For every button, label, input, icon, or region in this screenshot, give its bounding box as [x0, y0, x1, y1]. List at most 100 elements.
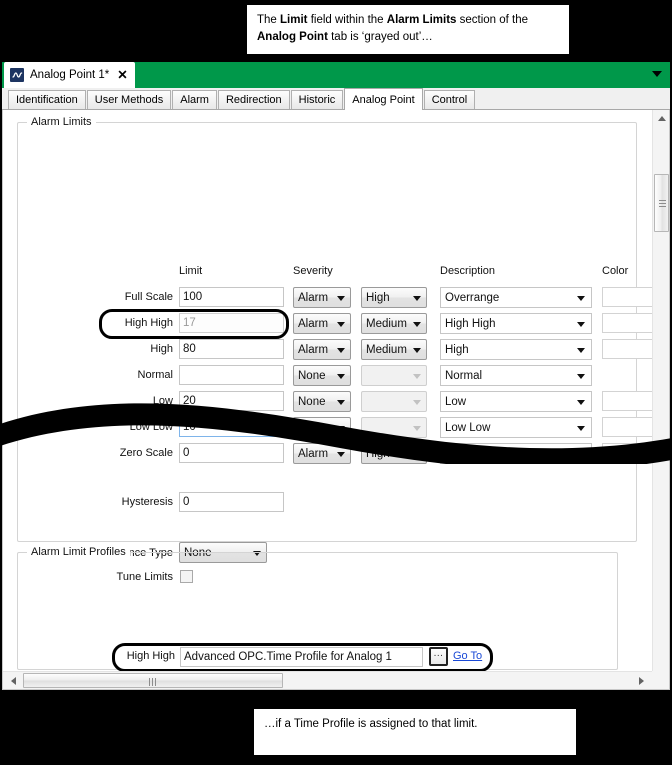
horizontal-scrollbar[interactable] — [3, 671, 652, 689]
color-field-full-scale[interactable] — [602, 287, 652, 307]
horizontal-scrollbar-thumb[interactable] — [23, 673, 283, 688]
description-value-normal: Normal — [445, 370, 482, 382]
form-scroll-content: Alarm Limits Limit Severity Description … — [3, 110, 652, 671]
chevron-down-icon — [577, 374, 585, 379]
alarm-limits-group-title: Alarm Limits — [27, 116, 96, 128]
chevron-down-icon — [413, 296, 421, 301]
document-tab-analog-point-1[interactable]: Analog Point 1* ✕ — [4, 62, 135, 88]
row-label-low: Low — [39, 395, 173, 407]
browse-button-high-high[interactable]: ... — [429, 647, 448, 666]
description-combo-zero-scale[interactable]: Underrange — [440, 443, 592, 464]
priority-combo-high-high[interactable]: Medium — [361, 313, 427, 334]
tab-analog-point[interactable]: Analog Point — [344, 88, 422, 110]
tab-alarm[interactable]: Alarm — [172, 90, 217, 109]
tab-identification[interactable]: Identification — [8, 90, 86, 109]
priority-combo-normal[interactable] — [361, 365, 427, 386]
description-combo-low[interactable]: Low — [440, 391, 592, 412]
color-field-high-high[interactable] — [602, 313, 652, 333]
scroll-left-arrow-icon[interactable] — [5, 672, 22, 689]
profile-label-high-high: High High — [43, 650, 175, 662]
document-tab-strip: Analog Point 1* ✕ — [2, 62, 670, 88]
chevron-down-icon — [337, 322, 345, 327]
description-combo-high[interactable]: High — [440, 339, 592, 360]
go-to-link-high-high[interactable]: Go To — [453, 650, 482, 662]
vertical-scrollbar[interactable] — [652, 110, 669, 689]
scroll-up-arrow-icon[interactable] — [653, 110, 670, 127]
color-field-high[interactable] — [602, 339, 652, 359]
tab-redirection[interactable]: Redirection — [218, 90, 290, 109]
profile-input-high-high[interactable]: Advanced OPC.Time Profile for Analog 1 — [180, 647, 423, 667]
alarm-limit-profiles-group-title: Alarm Limit Profiles — [27, 546, 130, 558]
chevron-down-icon — [413, 374, 421, 379]
row-label-high: High — [39, 343, 173, 355]
limit-input-normal[interactable] — [179, 365, 284, 385]
description-combo-full-scale[interactable]: Overrange — [440, 287, 592, 308]
severity-combo-normal[interactable]: None — [293, 365, 351, 386]
severity-combo-zero-scale[interactable]: Alarm — [293, 443, 351, 464]
row-label-normal: Normal — [39, 369, 173, 381]
chevron-down-icon — [577, 426, 585, 431]
row-label-full-scale: Full Scale — [39, 291, 173, 303]
description-value-low: Low — [445, 396, 466, 408]
priority-value-high-high: Medium — [366, 318, 407, 330]
severity-value-full-scale: Alarm — [298, 292, 328, 304]
priority-combo-low-low[interactable] — [361, 417, 427, 438]
priority-combo-full-scale[interactable]: High — [361, 287, 427, 308]
screenshot-root: The Limit field within the Alarm Limits … — [0, 0, 672, 765]
limit-input-low-low[interactable]: 10 — [179, 417, 284, 437]
description-value-zero-scale: Underrange — [445, 448, 506, 460]
limit-input-high-high[interactable]: 17 — [179, 313, 284, 333]
limit-input-full-scale[interactable]: 100 — [179, 287, 284, 307]
callout-bottom: …if a Time Profile is assigned to that l… — [253, 708, 577, 756]
column-header-severity: Severity — [293, 265, 333, 277]
tab-user-methods[interactable]: User Methods — [87, 90, 171, 109]
priority-combo-high[interactable]: Medium — [361, 339, 427, 360]
tab-control[interactable]: Control — [424, 90, 475, 109]
severity-value-high-high: Alarm — [298, 318, 328, 330]
limit-input-low[interactable]: 20 — [179, 391, 284, 411]
vertical-scrollbar-thumb[interactable] — [654, 174, 669, 232]
callout-top-text: The Limit field within the Alarm Limits … — [257, 14, 528, 43]
limit-input-zero-scale[interactable]: 0 — [179, 443, 284, 463]
chevron-down-icon — [577, 296, 585, 301]
tab-historic[interactable]: Historic — [291, 90, 344, 109]
scroll-right-arrow-icon[interactable] — [633, 672, 650, 689]
priority-combo-low[interactable] — [361, 391, 427, 412]
priority-value-high: Medium — [366, 344, 407, 356]
priority-combo-zero-scale[interactable]: High — [361, 443, 427, 464]
hysteresis-label: Hysteresis — [63, 496, 173, 508]
close-icon[interactable]: ✕ — [117, 69, 127, 82]
row-label-zero-scale: Zero Scale — [39, 447, 173, 459]
priority-value-full-scale: High — [366, 292, 390, 304]
column-header-limit: Limit — [179, 265, 202, 277]
description-combo-low-low[interactable]: Low Low — [440, 417, 592, 438]
description-value-low-low: Low Low — [445, 422, 490, 434]
limit-input-high[interactable]: 80 — [179, 339, 284, 359]
color-field-low[interactable] — [602, 391, 652, 411]
chevron-down-icon — [413, 322, 421, 327]
chevron-down-icon — [337, 374, 345, 379]
hysteresis-input[interactable]: 0 — [179, 492, 284, 512]
severity-combo-low-low[interactable]: None — [293, 417, 351, 438]
chevron-down-icon — [577, 348, 585, 353]
severity-combo-high-high[interactable]: Alarm — [293, 313, 351, 334]
severity-combo-full-scale[interactable]: Alarm — [293, 287, 351, 308]
color-field-low-low[interactable] — [602, 417, 652, 437]
column-header-description: Description — [440, 265, 495, 277]
callout-bottom-text: …if a Time Profile is assigned to that l… — [264, 718, 477, 730]
severity-value-normal: None — [298, 370, 326, 382]
severity-combo-low[interactable]: None — [293, 391, 351, 412]
chevron-down-icon — [413, 426, 421, 431]
property-tab-bar: IdentificationUser MethodsAlarmRedirecti… — [2, 88, 670, 110]
severity-combo-high[interactable]: Alarm — [293, 339, 351, 360]
chevron-down-icon — [413, 452, 421, 457]
description-combo-normal[interactable]: Normal — [440, 365, 592, 386]
callout-top: The Limit field within the Alarm Limits … — [246, 4, 570, 55]
row-label-low-low: Low Low — [39, 421, 173, 433]
chevron-down-icon — [577, 400, 585, 405]
description-combo-high-high[interactable]: High High — [440, 313, 592, 334]
color-field-zero-scale[interactable] — [602, 443, 652, 463]
chevron-down-icon — [337, 400, 345, 405]
chevron-down-icon[interactable] — [652, 71, 662, 77]
severity-value-zero-scale: Alarm — [298, 448, 328, 460]
